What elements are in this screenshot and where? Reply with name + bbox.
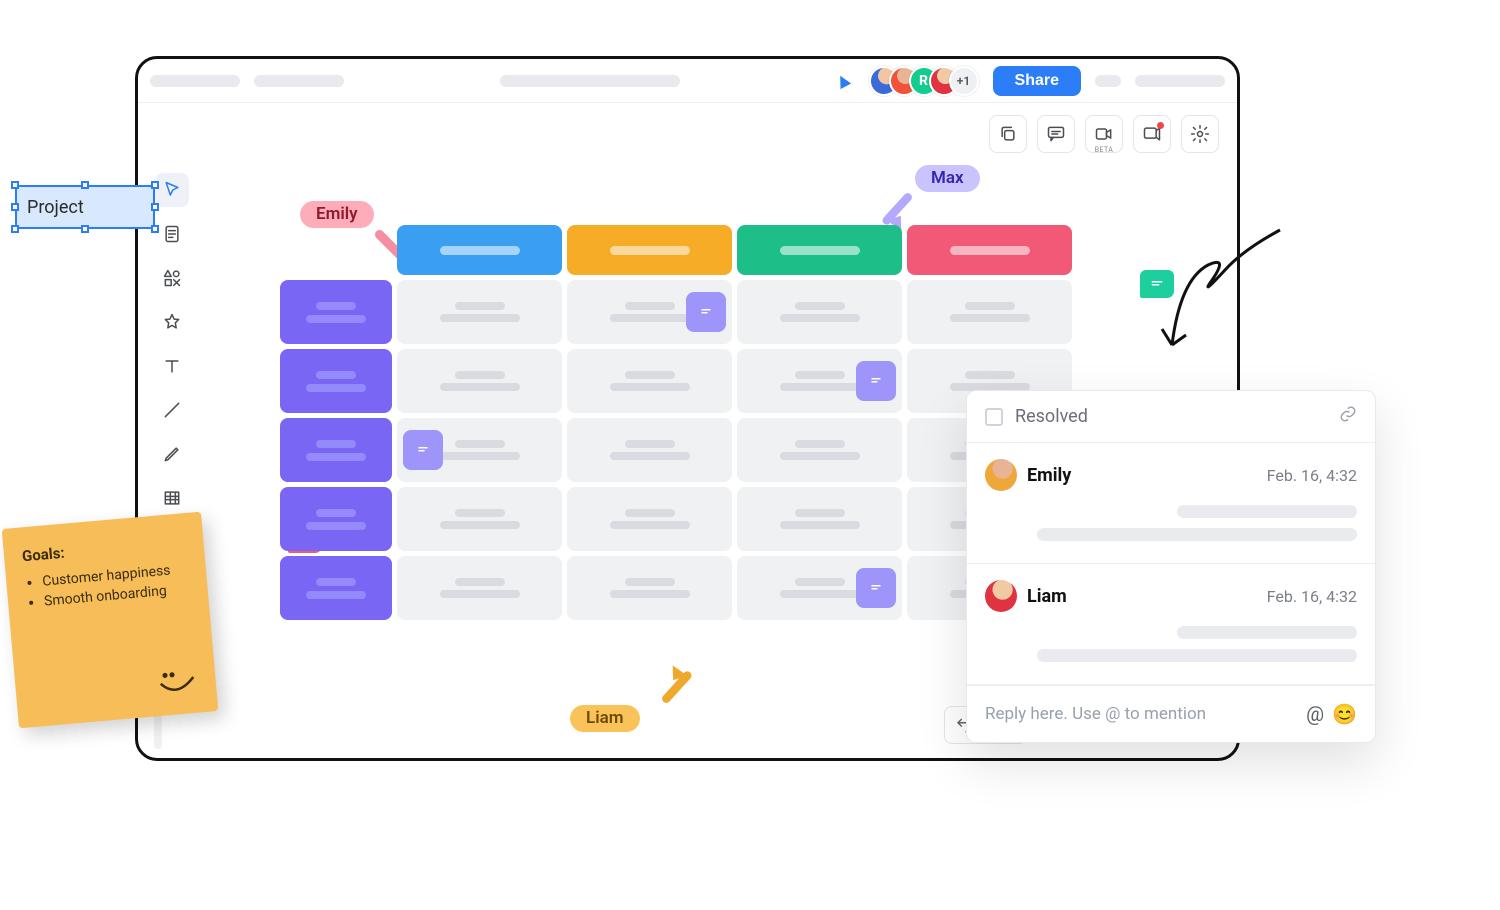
avatar-overflow[interactable]: +1: [949, 66, 979, 96]
cursor-label-max: Max: [915, 165, 980, 192]
table-tool-icon[interactable]: [155, 481, 189, 515]
avatar: [985, 459, 1017, 491]
table-cell[interactable]: [397, 556, 562, 620]
cursor-label-emily: Emily: [300, 201, 374, 228]
resize-handle[interactable]: [81, 225, 89, 233]
comment-body: [985, 626, 1357, 662]
table-cell[interactable]: [567, 280, 732, 344]
table-row-header[interactable]: [280, 418, 392, 482]
comment-author: Emily: [1027, 465, 1071, 486]
cell-note-icon[interactable]: [686, 292, 726, 332]
comment-author: Liam: [1027, 586, 1067, 607]
resize-handle[interactable]: [11, 225, 19, 233]
cursor-label-liam: Liam: [570, 705, 640, 732]
document-title-placeholder[interactable]: [500, 75, 680, 87]
table-cell[interactable]: [397, 487, 562, 551]
resize-handle[interactable]: [11, 181, 19, 189]
sticky-list: Customer happiness Smooth onboarding: [24, 559, 191, 614]
table-cell[interactable]: [737, 349, 902, 413]
comment-timestamp: Feb. 16, 4:32: [1267, 466, 1357, 485]
share-button[interactable]: Share: [993, 66, 1081, 96]
header-bar: R +1 Share: [138, 59, 1237, 103]
avatar: [985, 580, 1017, 612]
line-tool-icon[interactable]: [155, 393, 189, 427]
table-row-header[interactable]: [280, 556, 392, 620]
comment-body: [985, 505, 1357, 541]
cursor-icon: [834, 72, 850, 88]
table-row-header[interactable]: [280, 487, 392, 551]
document-tool-icon[interactable]: [155, 217, 189, 251]
cell-note-icon[interactable]: [403, 430, 443, 470]
table-cell[interactable]: [567, 349, 732, 413]
table-header[interactable]: [397, 225, 562, 275]
table-cell[interactable]: [567, 487, 732, 551]
comment-reply-row: Reply here. Use @ to mention @ 😊: [967, 685, 1375, 742]
cell-note-icon[interactable]: [856, 361, 896, 401]
table-cell[interactable]: [907, 280, 1072, 344]
pencil-tool-icon[interactable]: [155, 437, 189, 471]
table-header[interactable]: [737, 225, 902, 275]
table-cell[interactable]: [567, 418, 732, 482]
table-row-header[interactable]: [280, 349, 392, 413]
selected-element-label: Project: [27, 197, 84, 218]
table-cell[interactable]: [397, 280, 562, 344]
cursor-arrow-icon: [660, 663, 702, 709]
header-placeholder: [1095, 75, 1121, 87]
comment-thread[interactable]: Liam Feb. 16, 4:32: [967, 564, 1375, 685]
header-placeholder: [1135, 75, 1225, 87]
comment-thread[interactable]: Emily Feb. 16, 4:32: [967, 443, 1375, 564]
resize-handle[interactable]: [151, 181, 159, 189]
table-cell[interactable]: [737, 556, 902, 620]
comment-timestamp: Feb. 16, 4:32: [1267, 587, 1357, 606]
resize-handle[interactable]: [81, 181, 89, 189]
table-cell[interactable]: [567, 556, 732, 620]
resolved-checkbox[interactable]: [985, 408, 1003, 426]
emoji-icon[interactable]: 😊: [1332, 702, 1357, 726]
reply-input[interactable]: Reply here. Use @ to mention: [985, 704, 1296, 724]
table-cell[interactable]: [737, 280, 902, 344]
header-placeholder: [254, 75, 344, 87]
table-row-header[interactable]: [280, 280, 392, 344]
text-tool-icon[interactable]: [155, 349, 189, 383]
table-cell[interactable]: [737, 418, 902, 482]
callout-arrow-icon: [1150, 225, 1320, 399]
table-cell[interactable]: [397, 349, 562, 413]
resize-handle[interactable]: [11, 203, 19, 211]
table-header[interactable]: [907, 225, 1072, 275]
comments-panel: Resolved Emily Feb. 16, 4:32 Liam Feb. 1…: [966, 390, 1376, 743]
star-tool-icon[interactable]: [155, 305, 189, 339]
shapes-tool-icon[interactable]: [155, 261, 189, 295]
presence-avatars[interactable]: R +1: [869, 66, 979, 96]
table-cell[interactable]: [737, 487, 902, 551]
table-header[interactable]: [567, 225, 732, 275]
select-tool-icon[interactable]: [155, 173, 189, 207]
data-table[interactable]: [280, 225, 1072, 620]
mention-icon[interactable]: @: [1306, 702, 1324, 726]
resize-handle[interactable]: [151, 225, 159, 233]
selected-element[interactable]: Project: [15, 185, 155, 229]
resolved-label: Resolved: [1015, 406, 1088, 427]
cell-note-icon[interactable]: [856, 568, 896, 608]
link-icon[interactable]: [1339, 405, 1357, 428]
header-placeholder: [150, 75, 240, 87]
resize-handle[interactable]: [151, 203, 159, 211]
sticky-note[interactable]: Goals: Customer happiness Smooth onboard…: [2, 512, 219, 729]
smile-icon: [157, 667, 200, 702]
table-cell[interactable]: [397, 418, 562, 482]
comments-header: Resolved: [967, 391, 1375, 443]
